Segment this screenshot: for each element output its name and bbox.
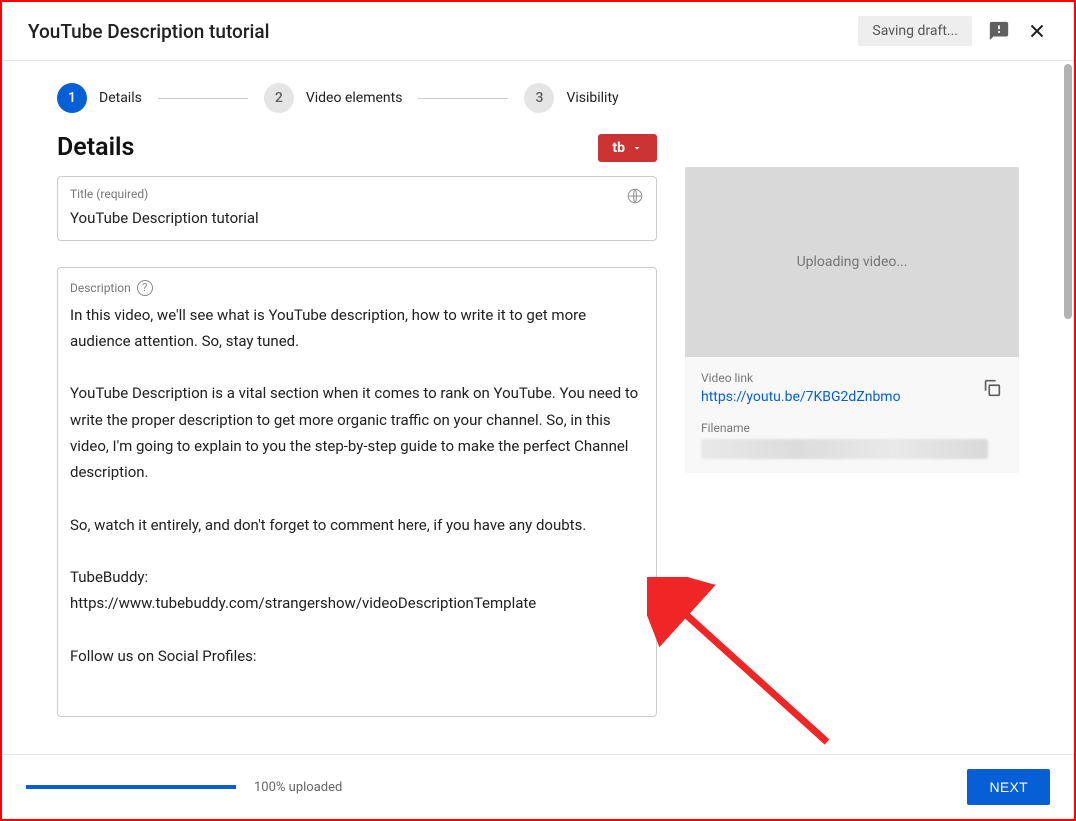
step-label: Details — [99, 90, 142, 106]
scrollbar-thumb[interactable] — [1064, 64, 1072, 319]
tubebuddy-label: tb — [612, 140, 625, 156]
dialog-footer: 100% uploaded NEXT — [2, 754, 1074, 819]
step-visibility[interactable]: 3 Visibility — [524, 83, 618, 113]
section-title: Details — [57, 133, 134, 162]
saving-draft-badge: Saving draft... — [858, 16, 972, 46]
filename-label: Filename — [701, 421, 1003, 435]
dialog-title: YouTube Description tutorial — [28, 20, 269, 43]
upload-progress-bar — [26, 785, 236, 789]
step-connector — [158, 98, 248, 99]
video-thumbnail: Uploading video... — [685, 167, 1019, 357]
description-field-label: Description — [70, 281, 131, 295]
stepper: 1 Details 2 Video elements 3 Visibility — [2, 61, 1074, 123]
step-circle: 3 — [524, 83, 554, 113]
video-link-value[interactable]: https://youtu.be/7KBG2dZnbmo — [701, 389, 901, 405]
next-button[interactable]: NEXT — [967, 769, 1050, 805]
step-video-elements[interactable]: 2 Video elements — [264, 83, 403, 113]
video-preview-panel: Uploading video... Video link https://yo… — [685, 167, 1019, 473]
step-details[interactable]: 1 Details — [57, 83, 142, 113]
step-circle: 1 — [57, 83, 87, 113]
upload-status: Uploading video... — [797, 254, 908, 270]
globe-icon[interactable] — [626, 187, 644, 205]
filename-value-blurred — [701, 439, 988, 459]
step-label: Visibility — [566, 90, 618, 106]
upload-progress-text: 100% uploaded — [254, 780, 342, 795]
step-label: Video elements — [306, 90, 403, 106]
title-field-value: YouTube Description tutorial — [70, 207, 644, 230]
step-circle: 2 — [264, 83, 294, 113]
tubebuddy-button[interactable]: tb — [598, 134, 657, 162]
chevron-down-icon — [631, 142, 643, 154]
close-icon[interactable] — [1026, 20, 1048, 42]
title-field-label: Title (required) — [70, 187, 644, 201]
copy-icon[interactable] — [981, 377, 1003, 399]
video-link-label: Video link — [701, 371, 901, 385]
dialog-header: YouTube Description tutorial Saving draf… — [2, 2, 1074, 61]
feedback-icon[interactable] — [988, 20, 1010, 42]
step-connector — [418, 98, 508, 99]
title-field[interactable]: Title (required) YouTube Description tut… — [57, 176, 657, 241]
description-field-value: In this video, we'll see what is YouTube… — [70, 302, 644, 670]
description-field[interactable]: Description ? In this video, we'll see w… — [57, 267, 657, 717]
help-icon[interactable]: ? — [137, 280, 153, 296]
